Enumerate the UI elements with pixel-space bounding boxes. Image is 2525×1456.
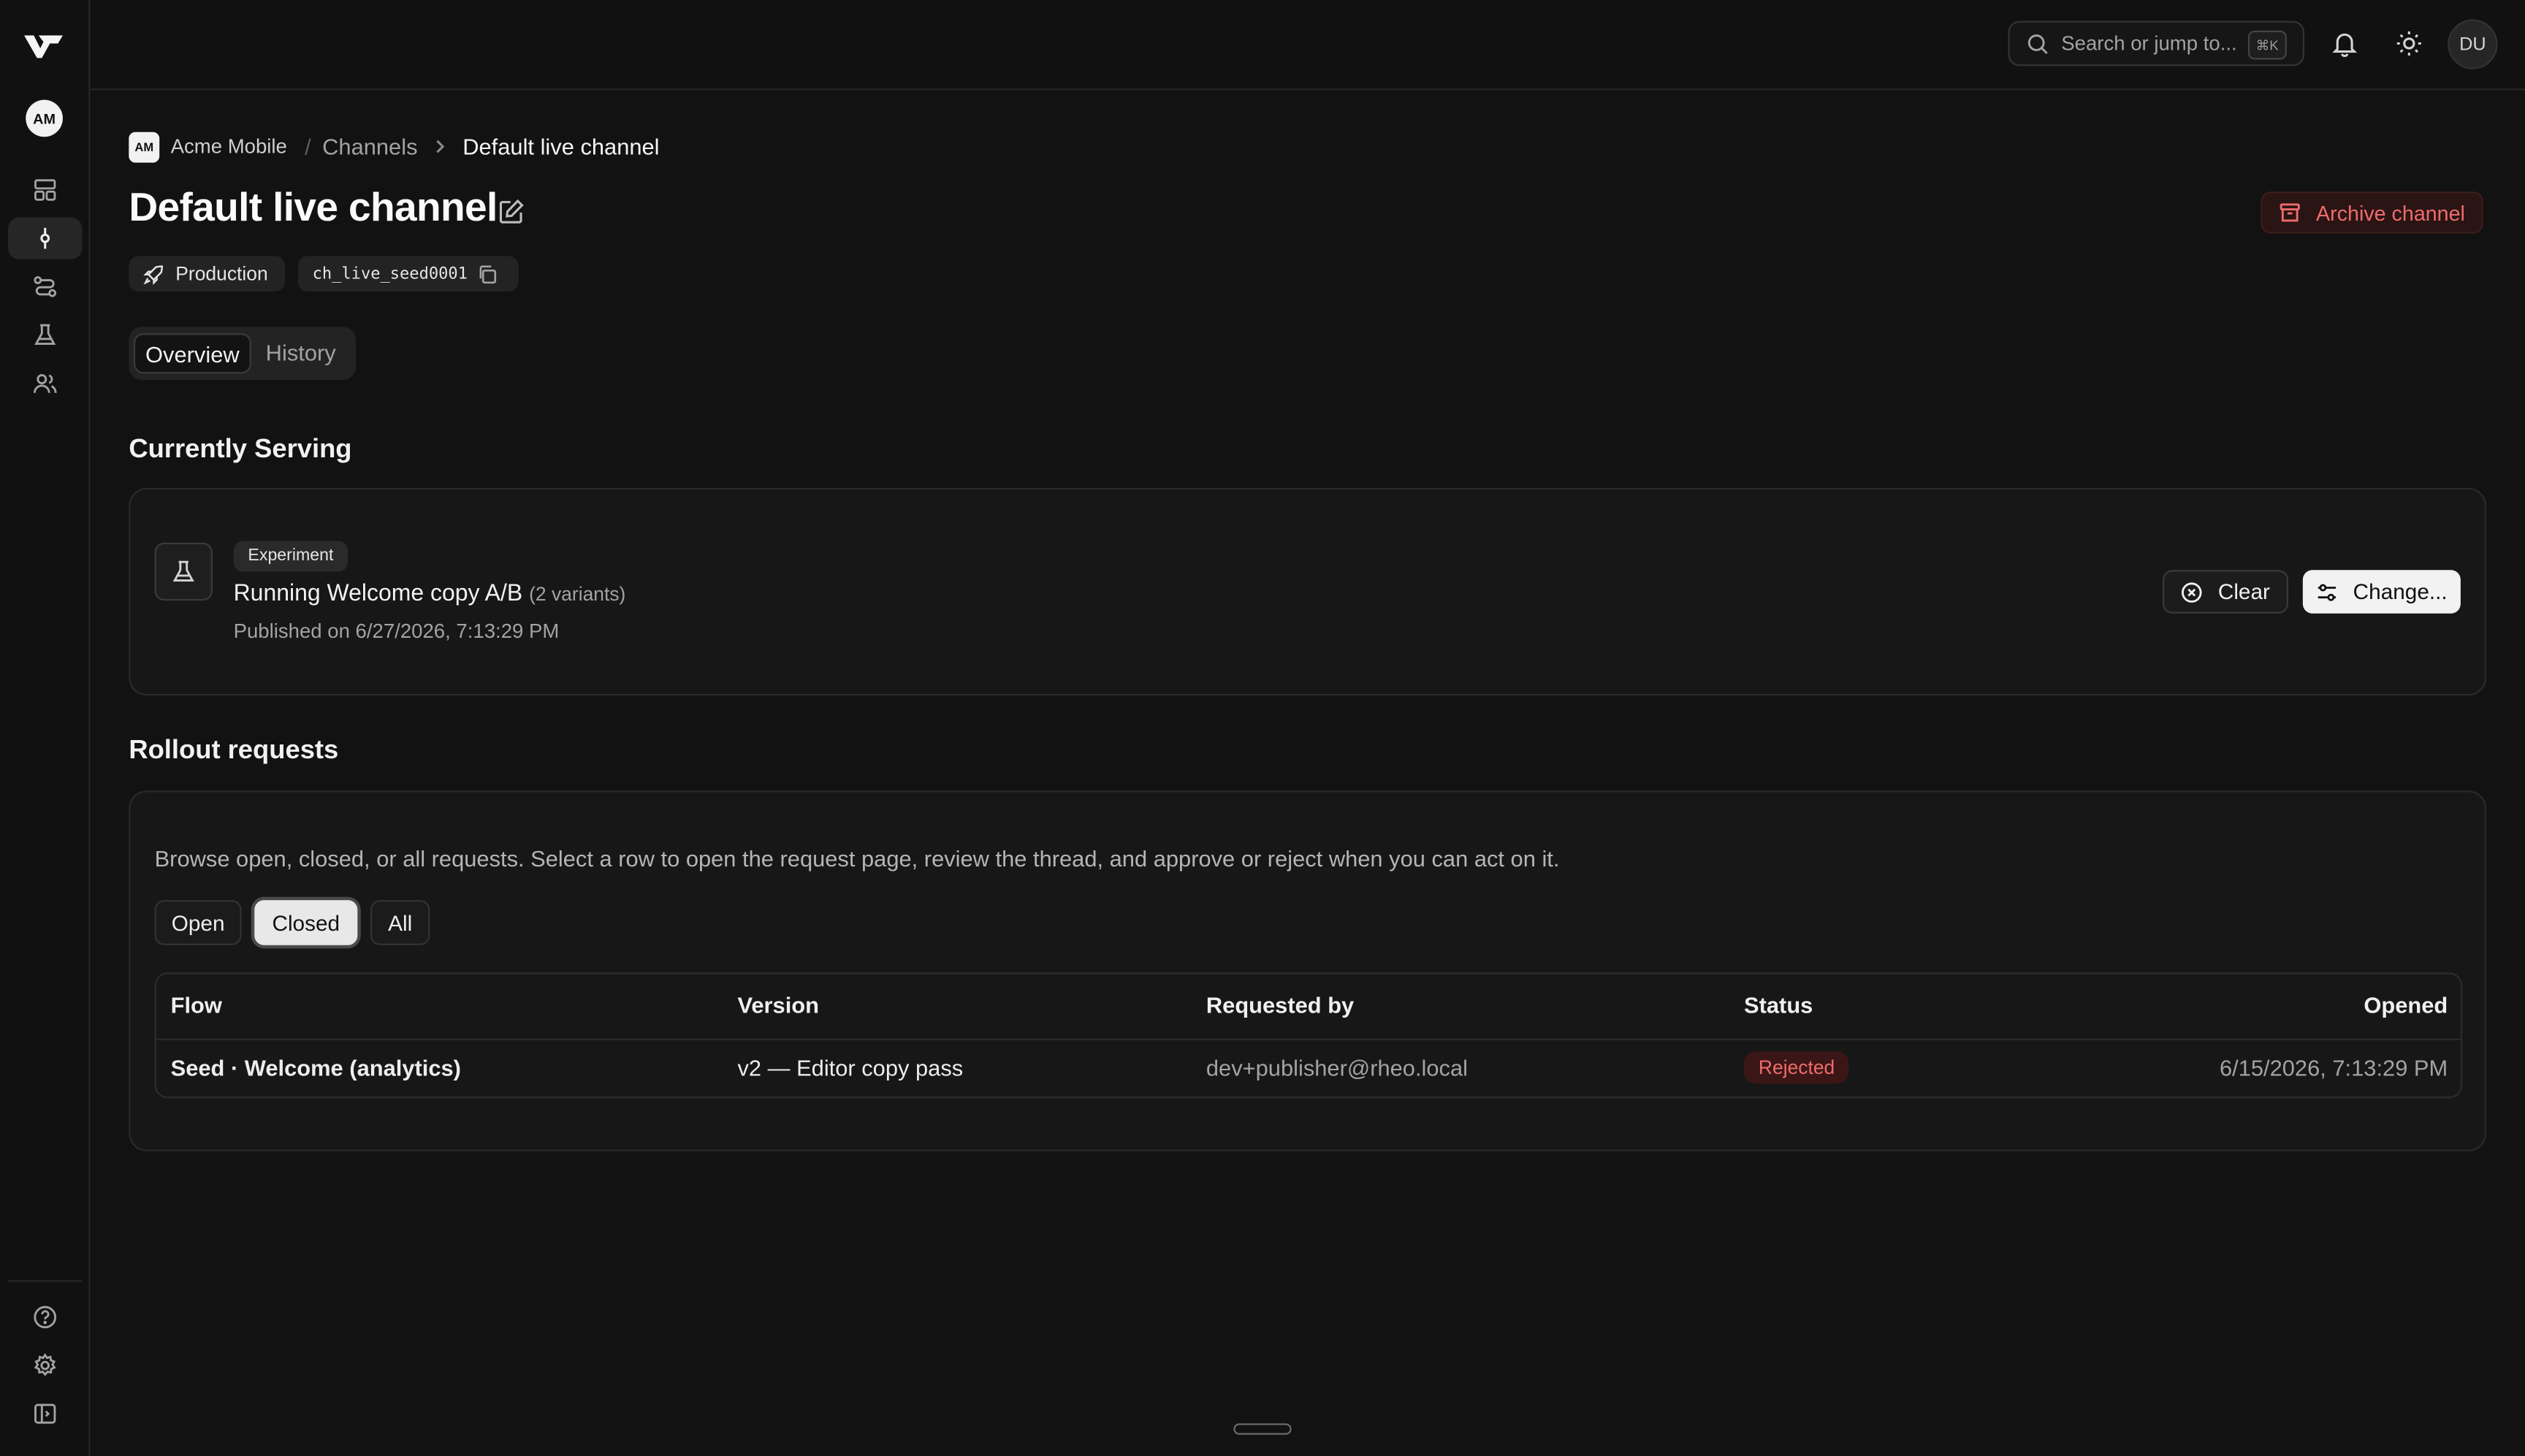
row-flow: Seed · Welcome (analytics) xyxy=(170,1054,461,1080)
tab-overview[interactable]: Overview xyxy=(133,333,251,374)
column-flow[interactable]: Flow xyxy=(171,992,222,1018)
table-header: Flow Version Requested by Status Opened xyxy=(156,974,2461,1040)
x-circle-icon xyxy=(2182,582,2203,602)
rollout-description: Browse open, closed, or all requests. Se… xyxy=(154,845,1560,872)
clear-label: Clear xyxy=(2217,579,2270,604)
environment-label: Production xyxy=(175,262,268,286)
sliders-icon xyxy=(2318,583,2337,601)
sidebar-item-flows[interactable] xyxy=(8,266,82,308)
sidebar-item-channels[interactable] xyxy=(8,217,83,259)
change-label: Change... xyxy=(2353,579,2448,604)
layout-dashboard-icon xyxy=(34,179,56,201)
change-button[interactable]: Change... xyxy=(2302,570,2461,614)
tab-list: Overview History xyxy=(129,327,357,381)
flask-icon xyxy=(34,324,56,346)
rollout-requests-card: Browse open, closed, or all requests. Se… xyxy=(129,790,2487,1151)
column-version[interactable]: Version xyxy=(737,992,819,1018)
user-avatar[interactable]: DU xyxy=(2448,19,2498,69)
sidebar-item-members[interactable] xyxy=(8,362,82,404)
currently-serving-card: Experiment Running Welcome copy A/B (2 v… xyxy=(129,487,2487,696)
row-opened: 6/15/2026, 7:13:29 PM xyxy=(2219,1054,2448,1080)
status-badge: Rejected xyxy=(1744,1051,1850,1084)
archive-icon xyxy=(2280,203,2301,222)
pencil-square-icon xyxy=(499,199,524,224)
column-requested-by[interactable]: Requested by xyxy=(1206,992,1354,1018)
sidebar-item-experiments[interactable] xyxy=(8,314,82,356)
archive-channel-label: Archive channel xyxy=(2316,200,2465,225)
experiment-badge: Experiment xyxy=(233,541,349,572)
breadcrumb-org-badge: AM xyxy=(129,131,160,162)
panel-left-icon xyxy=(34,1403,56,1424)
rollout-requests-table: Flow Version Requested by Status Opened … xyxy=(154,972,2463,1099)
users-icon xyxy=(33,374,57,393)
sidebar: AM xyxy=(0,0,91,1456)
flask-icon xyxy=(172,560,194,582)
archive-channel-button[interactable]: Archive channel xyxy=(2261,191,2483,234)
column-status[interactable]: Status xyxy=(1744,992,1813,1018)
filter-open-button[interactable]: Open xyxy=(154,900,242,945)
chevron-right-icon xyxy=(432,139,448,155)
theme-toggle-button[interactable] xyxy=(2394,29,2423,58)
clear-button[interactable]: Clear xyxy=(2163,570,2289,614)
serving-prefix: Running xyxy=(233,581,321,607)
search-icon xyxy=(2027,34,2048,53)
git-commit-icon xyxy=(40,227,50,249)
top-bar: Search or jump to... ⌘K DU xyxy=(90,0,2525,91)
serving-name: Running Welcome copy A/B (2 variants) xyxy=(234,582,626,607)
serving-variants: (2 variants) xyxy=(529,582,626,606)
copy-icon[interactable] xyxy=(477,263,498,284)
serving-experiment-name[interactable]: Welcome copy A/B xyxy=(327,582,523,607)
experiment-icon-box xyxy=(154,542,213,601)
page-title: Default live channel xyxy=(129,185,498,231)
currently-serving-heading: Currently Serving xyxy=(129,435,352,464)
row-requested-by: dev+publisher@rheo.local xyxy=(1206,1054,1469,1080)
help-circle-icon xyxy=(34,1306,57,1329)
gear-icon xyxy=(34,1353,56,1376)
search-input[interactable]: Search or jump to... ⌘K xyxy=(2008,20,2305,66)
environment-badge: Production xyxy=(129,256,286,291)
row-version: v2 — Editor copy pass xyxy=(737,1054,964,1080)
bell-icon xyxy=(2332,33,2358,58)
route-icon xyxy=(34,276,57,297)
sidebar-item-settings[interactable] xyxy=(8,1344,82,1386)
column-opened[interactable]: Opened xyxy=(2364,992,2448,1018)
sidebar-item-collapse[interactable] xyxy=(8,1393,82,1435)
breadcrumb-separator: / xyxy=(305,133,311,160)
sidebar-item-help[interactable] xyxy=(8,1296,82,1338)
app-logo-icon[interactable] xyxy=(23,32,64,61)
tab-history[interactable]: History xyxy=(266,333,336,373)
breadcrumb-org[interactable]: Acme Mobile xyxy=(171,135,287,158)
serving-published-date: Published on 6/27/2026, 7:13:29 PM xyxy=(233,620,560,643)
breadcrumb-channels[interactable]: Channels xyxy=(322,134,417,159)
rocket-icon xyxy=(143,264,163,284)
edit-title-button[interactable] xyxy=(498,198,525,225)
breadcrumb: AM Acme Mobile / Channels Default live c… xyxy=(129,131,660,163)
search-placeholder: Search or jump to... xyxy=(2061,32,2237,55)
filter-closed-button[interactable]: Closed xyxy=(254,900,358,945)
channel-id-chip[interactable]: ch_live_seed0001 xyxy=(297,256,519,291)
org-avatar[interactable]: AM xyxy=(26,99,63,137)
sidebar-item-dashboard[interactable] xyxy=(8,169,82,210)
channel-id: ch_live_seed0001 xyxy=(312,264,468,283)
breadcrumb-current: Default live channel xyxy=(462,133,660,160)
search-shortcut: ⌘K xyxy=(2247,30,2287,60)
notifications-button[interactable] xyxy=(2330,29,2359,58)
rollout-requests-heading: Rollout requests xyxy=(129,736,339,765)
sidebar-divider xyxy=(8,1280,83,1282)
filter-all-button[interactable]: All xyxy=(370,900,430,945)
sun-icon xyxy=(2396,31,2421,56)
scroll-handle[interactable] xyxy=(1233,1423,1292,1435)
